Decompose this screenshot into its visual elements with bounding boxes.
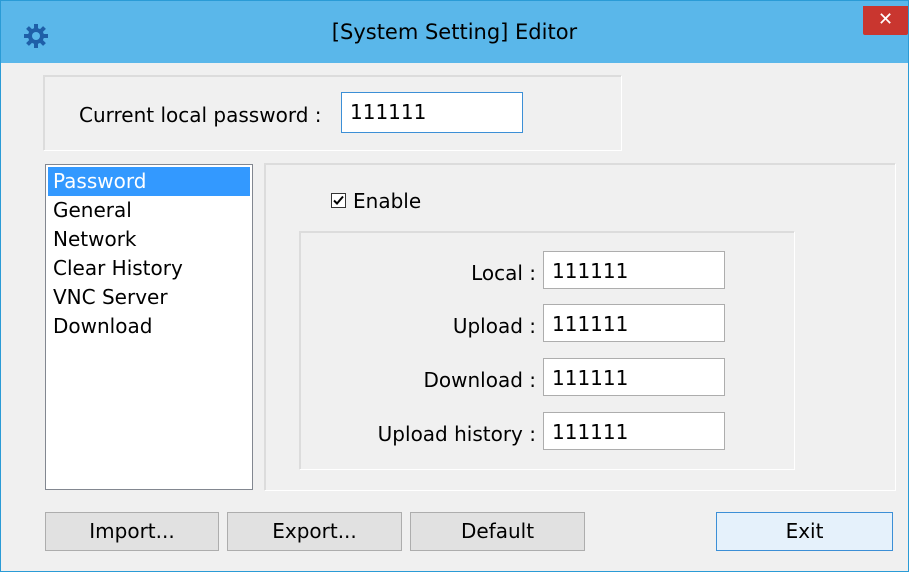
list-item-clear-history[interactable]: Clear History (48, 254, 250, 283)
current-password-label: Current local password : (79, 103, 322, 127)
close-icon: ✕ (877, 9, 894, 30)
enable-label: Enable (353, 189, 422, 213)
list-item-general[interactable]: General (48, 196, 250, 225)
editor-window: [System Setting] Editor ✕ Current local … (0, 0, 909, 572)
list-item-download[interactable]: Download (48, 312, 250, 341)
checkmark-icon (333, 195, 344, 205)
list-item-password[interactable]: Password (48, 167, 250, 196)
settings-category-list[interactable]: Password General Network Clear History V… (45, 164, 253, 490)
upload-history-password-input[interactable]: 111111 (543, 412, 725, 450)
close-button[interactable]: ✕ (863, 6, 908, 35)
local-password-input[interactable]: 111111 (543, 251, 725, 289)
current-password-input[interactable]: 111111 (341, 92, 523, 133)
list-item-network[interactable]: Network (48, 225, 250, 254)
default-button[interactable]: Default (410, 512, 585, 551)
import-button[interactable]: Import... (45, 512, 219, 551)
download-password-label: Download : (423, 368, 536, 392)
upload-history-password-label: Upload history : (377, 422, 536, 446)
window-title: [System Setting] Editor (331, 20, 578, 44)
export-button[interactable]: Export... (227, 512, 402, 551)
local-password-label: Local : (471, 261, 536, 285)
checkbox-box[interactable] (331, 193, 346, 208)
title-bar[interactable]: [System Setting] Editor ✕ (1, 1, 908, 63)
list-item-vnc-server[interactable]: VNC Server (48, 283, 250, 312)
upload-password-input[interactable]: 111111 (543, 304, 725, 342)
upload-password-label: Upload : (452, 314, 536, 338)
exit-button[interactable]: Exit (716, 512, 893, 551)
download-password-input[interactable]: 111111 (543, 358, 725, 396)
